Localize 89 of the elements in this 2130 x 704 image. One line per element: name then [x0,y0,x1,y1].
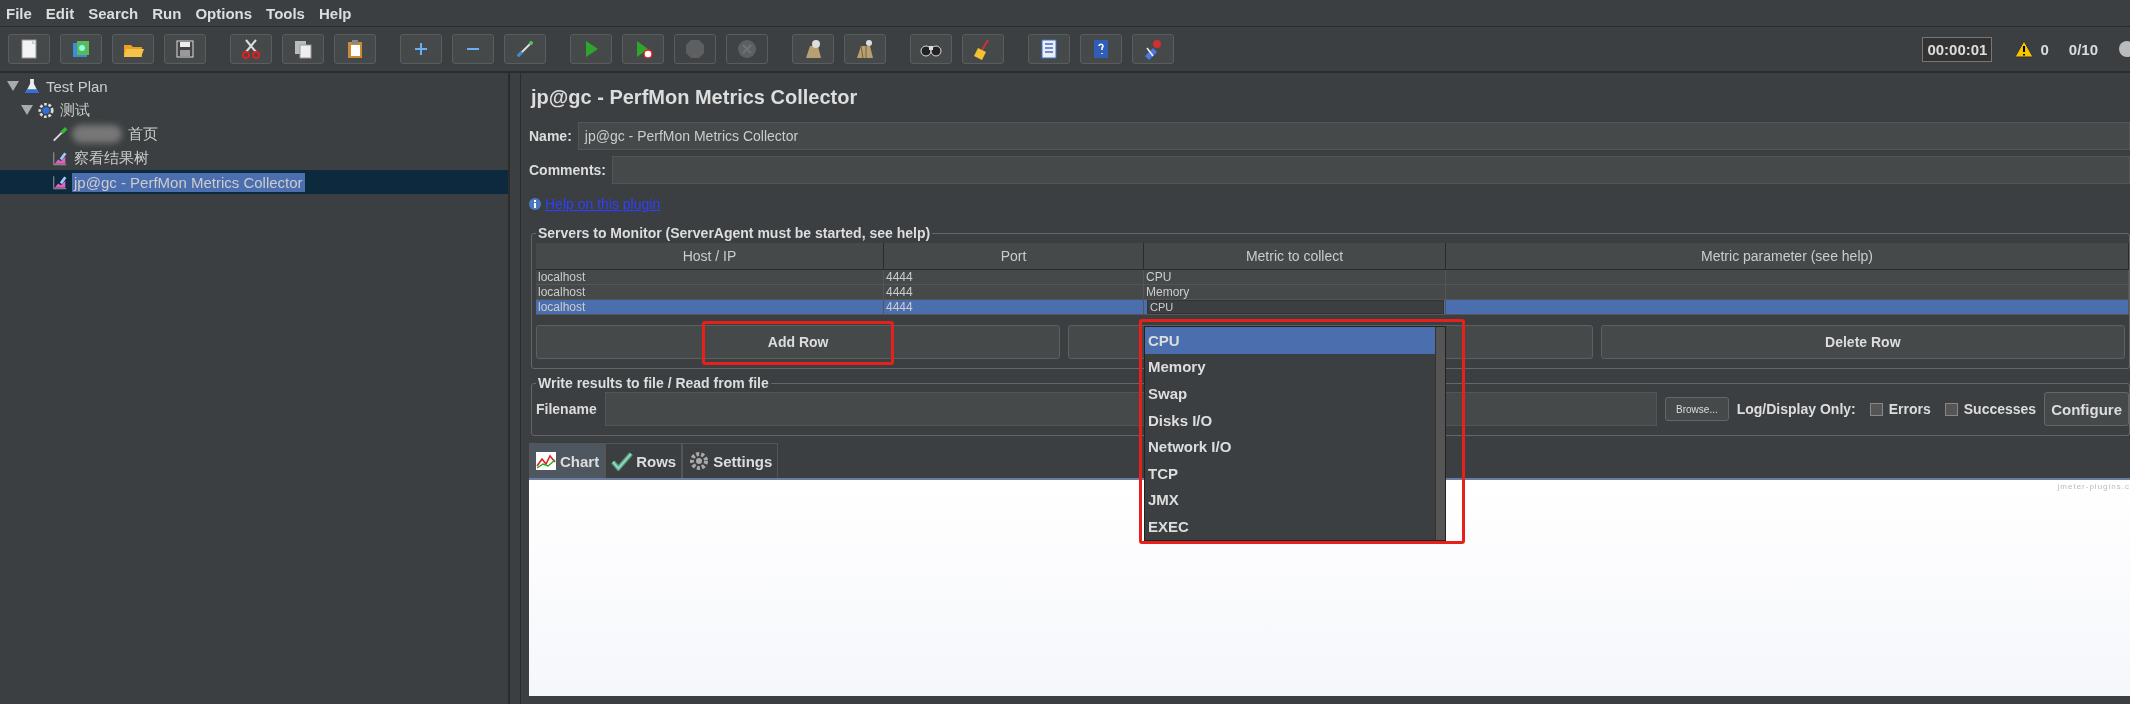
chart-icon [52,173,68,191]
dropdown-option[interactable]: JMX [1145,486,1435,514]
toolbar-button[interactable] [60,34,102,64]
toolbar-button[interactable] [504,34,546,64]
toolbar-button[interactable] [622,34,664,64]
menu-item[interactable]: File [6,4,32,22]
credit-text: jmeter-plugins.c [2057,482,2130,491]
expand-triangle-icon[interactable] [20,104,34,116]
tree-item[interactable]: 首页 [126,123,160,145]
comments-label: Comments: [529,162,606,178]
table-cell: Memory [1144,285,1446,299]
group-title: Servers to Monitor (ServerAgent must be started, see help) [537,225,932,241]
comments-field[interactable] [612,156,2130,184]
dropdown-option[interactable]: TCP [1145,459,1435,487]
new-document-icon [18,38,40,60]
row-action-button[interactable]: Add Row [536,325,1061,359]
panel-title: jp@gc - PerfMon Metrics Collector [529,84,859,110]
toolbar-button[interactable] [792,34,834,64]
menu-item[interactable]: Run [152,4,182,22]
toolbar-button[interactable] [282,34,324,64]
name-field[interactable]: jp@gc - PerfMon Metrics Collector [577,122,2130,150]
flask-icon [24,77,40,95]
menu-item[interactable]: Search [88,4,139,22]
scissors-icon [240,38,262,60]
toolbar-button[interactable] [334,34,376,64]
checkbox[interactable] [1869,402,1883,416]
copy-icon [292,38,314,60]
list-icon [1038,38,1060,60]
thread-count: 0/10 [2068,40,2098,58]
line-chart-icon [535,451,557,471]
menu-item[interactable]: Options [195,4,253,22]
toolbar-button[interactable] [112,34,154,64]
toolbar-button[interactable] [230,34,272,64]
dropdown-option[interactable]: Network I/O [1145,433,1435,460]
dropdown-option[interactable]: EXEC [1145,513,1435,540]
metric-combo[interactable]: CPU [1147,300,1444,314]
templates-icon [70,38,92,60]
toolbar-button[interactable] [1028,34,1070,64]
menu-item[interactable]: Edit [45,4,75,22]
table-cell: 4444 [884,285,1144,299]
toolbar-button[interactable] [400,34,442,64]
menu-item[interactable]: Tools [266,4,305,22]
dropdown-option[interactable]: Memory [1145,353,1435,381]
elapsed-timer: 00:00:01 [1922,36,1993,62]
toolbar-button[interactable] [962,34,1004,64]
toolbar-button[interactable] [844,34,886,64]
chart-icon [52,149,68,167]
tree-item[interactable]: 测试 [58,99,92,121]
table-cell: localhost [536,285,884,299]
name-label: Name: [529,128,572,144]
wand-icon [514,38,536,60]
info-icon [529,198,541,210]
tab[interactable]: Chart [529,443,606,478]
table-cell: CPU [1144,270,1446,284]
tree-item[interactable]: Test Plan [44,76,110,96]
scrollbar[interactable] [1435,327,1445,540]
checkmark-icon [611,451,634,471]
dropdown-option[interactable]: Disks I/O [1145,406,1435,434]
tab[interactable]: Settings [682,443,779,478]
group-title: Write results to file / Read from file [537,375,770,391]
toolbar-button[interactable] [164,34,206,64]
stop-sign-icon [684,38,706,60]
toolbar-button[interactable] [910,34,952,64]
row-action-button[interactable]: Delete Row [1600,325,2125,359]
pipette-icon [52,125,68,143]
gear-icon [688,451,711,471]
toolbar-button[interactable] [8,34,50,64]
table-cell: localhost [536,270,884,284]
shutdown-icon [736,38,758,60]
filename-label: Filename [536,401,597,417]
checkbox-label: Successes [1963,401,2037,417]
warning-icon [2014,40,2035,58]
expand-triangle-icon[interactable] [6,80,20,92]
dropdown-option[interactable]: CPU [1145,327,1435,354]
tree-item[interactable]: 察看结果树 [72,147,151,169]
dropdown-option[interactable]: Swap [1145,380,1435,407]
table-cell: 4444 [884,270,1144,284]
browse-button[interactable]: Browse... [1665,397,1729,421]
menu-item[interactable]: Help [318,4,352,22]
log-label: Log/Display Only: [1736,401,1856,417]
tab[interactable]: Rows [605,443,683,478]
checkbox[interactable] [1944,402,1958,416]
table-cell: 4444 [884,300,1144,314]
gear-icon [38,101,54,119]
warning-count: 0 [2040,40,2049,58]
table-cell: localhost [536,300,884,314]
minus-icon [466,47,480,51]
checkbox-label: Errors [1888,401,1931,417]
configure-button[interactable]: Configure [2044,392,2129,426]
